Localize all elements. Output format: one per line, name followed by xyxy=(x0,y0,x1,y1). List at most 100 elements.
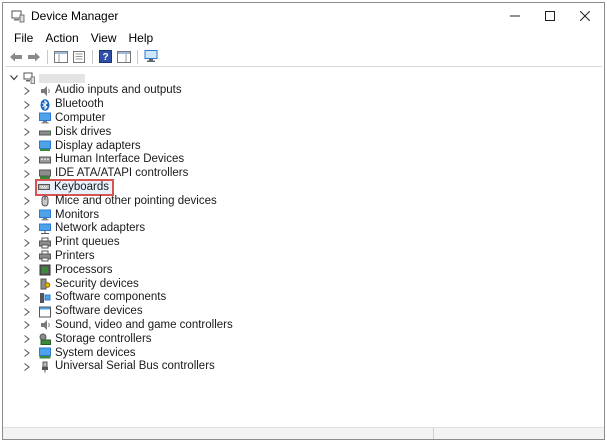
category-mice-and-other-pointing-devices[interactable]: Mice and other pointing devices xyxy=(21,194,233,208)
close-button[interactable] xyxy=(565,3,604,29)
chevron-right-icon[interactable] xyxy=(21,85,33,97)
forward-button[interactable] xyxy=(25,48,42,65)
category-computer[interactable]: Computer xyxy=(21,112,233,126)
category-keyboards[interactable]: Keyboards xyxy=(21,178,233,196)
category-print-queues[interactable]: Print queues xyxy=(21,236,233,250)
maximize-button[interactable] xyxy=(530,3,570,29)
chevron-right-icon[interactable] xyxy=(21,140,33,152)
category-label: Universal Serial Bus controllers xyxy=(55,360,215,373)
category-universal-serial-bus-controllers[interactable]: Universal Serial Bus controllers xyxy=(21,360,233,374)
menu-action[interactable]: Action xyxy=(39,29,84,47)
category-storage-controllers[interactable]: Storage controllers xyxy=(21,332,233,346)
chevron-right-icon[interactable] xyxy=(21,126,33,138)
menu-view[interactable]: View xyxy=(85,29,123,47)
chevron-right-icon[interactable] xyxy=(21,306,33,318)
menu-file[interactable]: File xyxy=(8,29,39,47)
category-label: System devices xyxy=(55,346,136,359)
action-pane-button[interactable] xyxy=(115,48,132,65)
network-adapter-icon xyxy=(39,223,51,235)
sound-icon xyxy=(39,319,51,331)
scan-hardware-icon xyxy=(144,50,157,62)
category-label: Processors xyxy=(55,263,113,276)
category-label: Display adapters xyxy=(55,139,141,152)
maximize-icon xyxy=(545,11,555,21)
category-label: Storage controllers xyxy=(55,332,152,345)
category-label: Computer xyxy=(55,111,106,124)
back-button[interactable] xyxy=(7,48,24,65)
category-security-devices[interactable]: Security devices xyxy=(21,277,233,291)
category-audio-inputs-and-outputs[interactable]: Audio inputs and outputs xyxy=(21,84,233,98)
printer-icon xyxy=(39,237,51,249)
system-device-icon xyxy=(39,347,51,359)
ide-controller-icon xyxy=(39,168,51,180)
category-sound-video-and-game-controllers[interactable]: Sound, video and game controllers xyxy=(21,319,233,333)
scan-hardware-button[interactable] xyxy=(142,48,159,65)
chevron-right-icon[interactable] xyxy=(21,209,33,221)
toolbar-separator xyxy=(92,49,93,64)
storage-controller-icon xyxy=(39,333,51,346)
category-bluetooth[interactable]: Bluetooth xyxy=(21,98,233,112)
monitor-icon xyxy=(39,112,51,124)
properties-button[interactable] xyxy=(70,48,87,65)
category-display-adapters[interactable]: Display adapters xyxy=(21,139,233,153)
chevron-right-icon[interactable] xyxy=(21,154,33,166)
category-label: Disk drives xyxy=(55,125,112,138)
chevron-right-icon[interactable] xyxy=(21,361,33,373)
chevron-right-icon[interactable] xyxy=(21,278,33,290)
chevron-right-icon[interactable] xyxy=(21,333,33,345)
chevron-right-icon[interactable] xyxy=(21,112,33,124)
chevron-right-icon[interactable] xyxy=(21,264,33,276)
chevron-down-icon[interactable] xyxy=(8,72,20,84)
category-label: Printers xyxy=(55,249,95,262)
back-icon xyxy=(9,52,22,61)
status-divider xyxy=(433,428,434,439)
category-network-adapters[interactable]: Network adapters xyxy=(21,222,233,236)
chevron-right-icon[interactable] xyxy=(21,195,33,207)
category-label: Human Interface Devices xyxy=(55,153,185,166)
chevron-right-icon[interactable] xyxy=(21,181,33,193)
software-device-icon xyxy=(39,306,51,318)
chevron-right-icon[interactable] xyxy=(21,99,33,111)
chevron-right-icon[interactable] xyxy=(21,292,33,304)
category-label: Software components xyxy=(55,291,167,304)
show-hide-tree-button[interactable] xyxy=(52,48,69,65)
category-label: Audio inputs and outputs xyxy=(55,84,182,97)
category-disk-drives[interactable]: Disk drives xyxy=(21,125,233,139)
toolbar-separator xyxy=(137,49,138,64)
close-icon xyxy=(580,11,590,21)
disk-drive-icon xyxy=(39,126,51,138)
minimize-button[interactable] xyxy=(495,3,535,29)
category-monitors[interactable]: Monitors xyxy=(21,208,233,222)
status-bar xyxy=(3,427,604,439)
category-processors[interactable]: Processors xyxy=(21,263,233,277)
category-human-interface-devices[interactable]: Human Interface Devices xyxy=(21,153,233,167)
chevron-right-icon[interactable] xyxy=(21,319,33,331)
device-manager-window: Device Manager File Action View Help ? A… xyxy=(2,2,605,440)
tree-root[interactable] xyxy=(5,71,85,85)
show-hide-tree-icon xyxy=(53,50,68,63)
category-software-components[interactable]: Software components xyxy=(21,291,233,305)
chevron-right-icon[interactable] xyxy=(21,223,33,235)
category-label: Monitors xyxy=(55,208,100,221)
minimize-icon xyxy=(510,15,520,17)
device-tree[interactable]: Audio inputs and outputs Bluetooth Compu… xyxy=(5,66,602,438)
selected-item-highlight[interactable]: Keyboards xyxy=(35,178,114,196)
mouse-icon xyxy=(39,195,51,207)
help-icon: ? xyxy=(99,50,112,63)
toolbar: ? xyxy=(3,47,604,66)
chevron-right-icon[interactable] xyxy=(21,168,33,180)
title-bar[interactable]: Device Manager xyxy=(3,3,604,29)
category-label: Security devices xyxy=(55,277,139,290)
chevron-right-icon[interactable] xyxy=(21,237,33,249)
category-system-devices[interactable]: System devices xyxy=(21,346,233,360)
category-printers[interactable]: Printers xyxy=(21,250,233,264)
menu-help[interactable]: Help xyxy=(123,29,160,47)
chevron-right-icon[interactable] xyxy=(21,250,33,262)
category-label: Bluetooth xyxy=(55,98,104,111)
chevron-right-icon[interactable] xyxy=(21,347,33,359)
window-title: Device Manager xyxy=(31,9,119,23)
category-software-devices[interactable]: Software devices xyxy=(21,305,233,319)
category-label: Software devices xyxy=(55,305,143,318)
help-button[interactable]: ? xyxy=(97,48,114,65)
keyboard-icon xyxy=(38,181,50,193)
